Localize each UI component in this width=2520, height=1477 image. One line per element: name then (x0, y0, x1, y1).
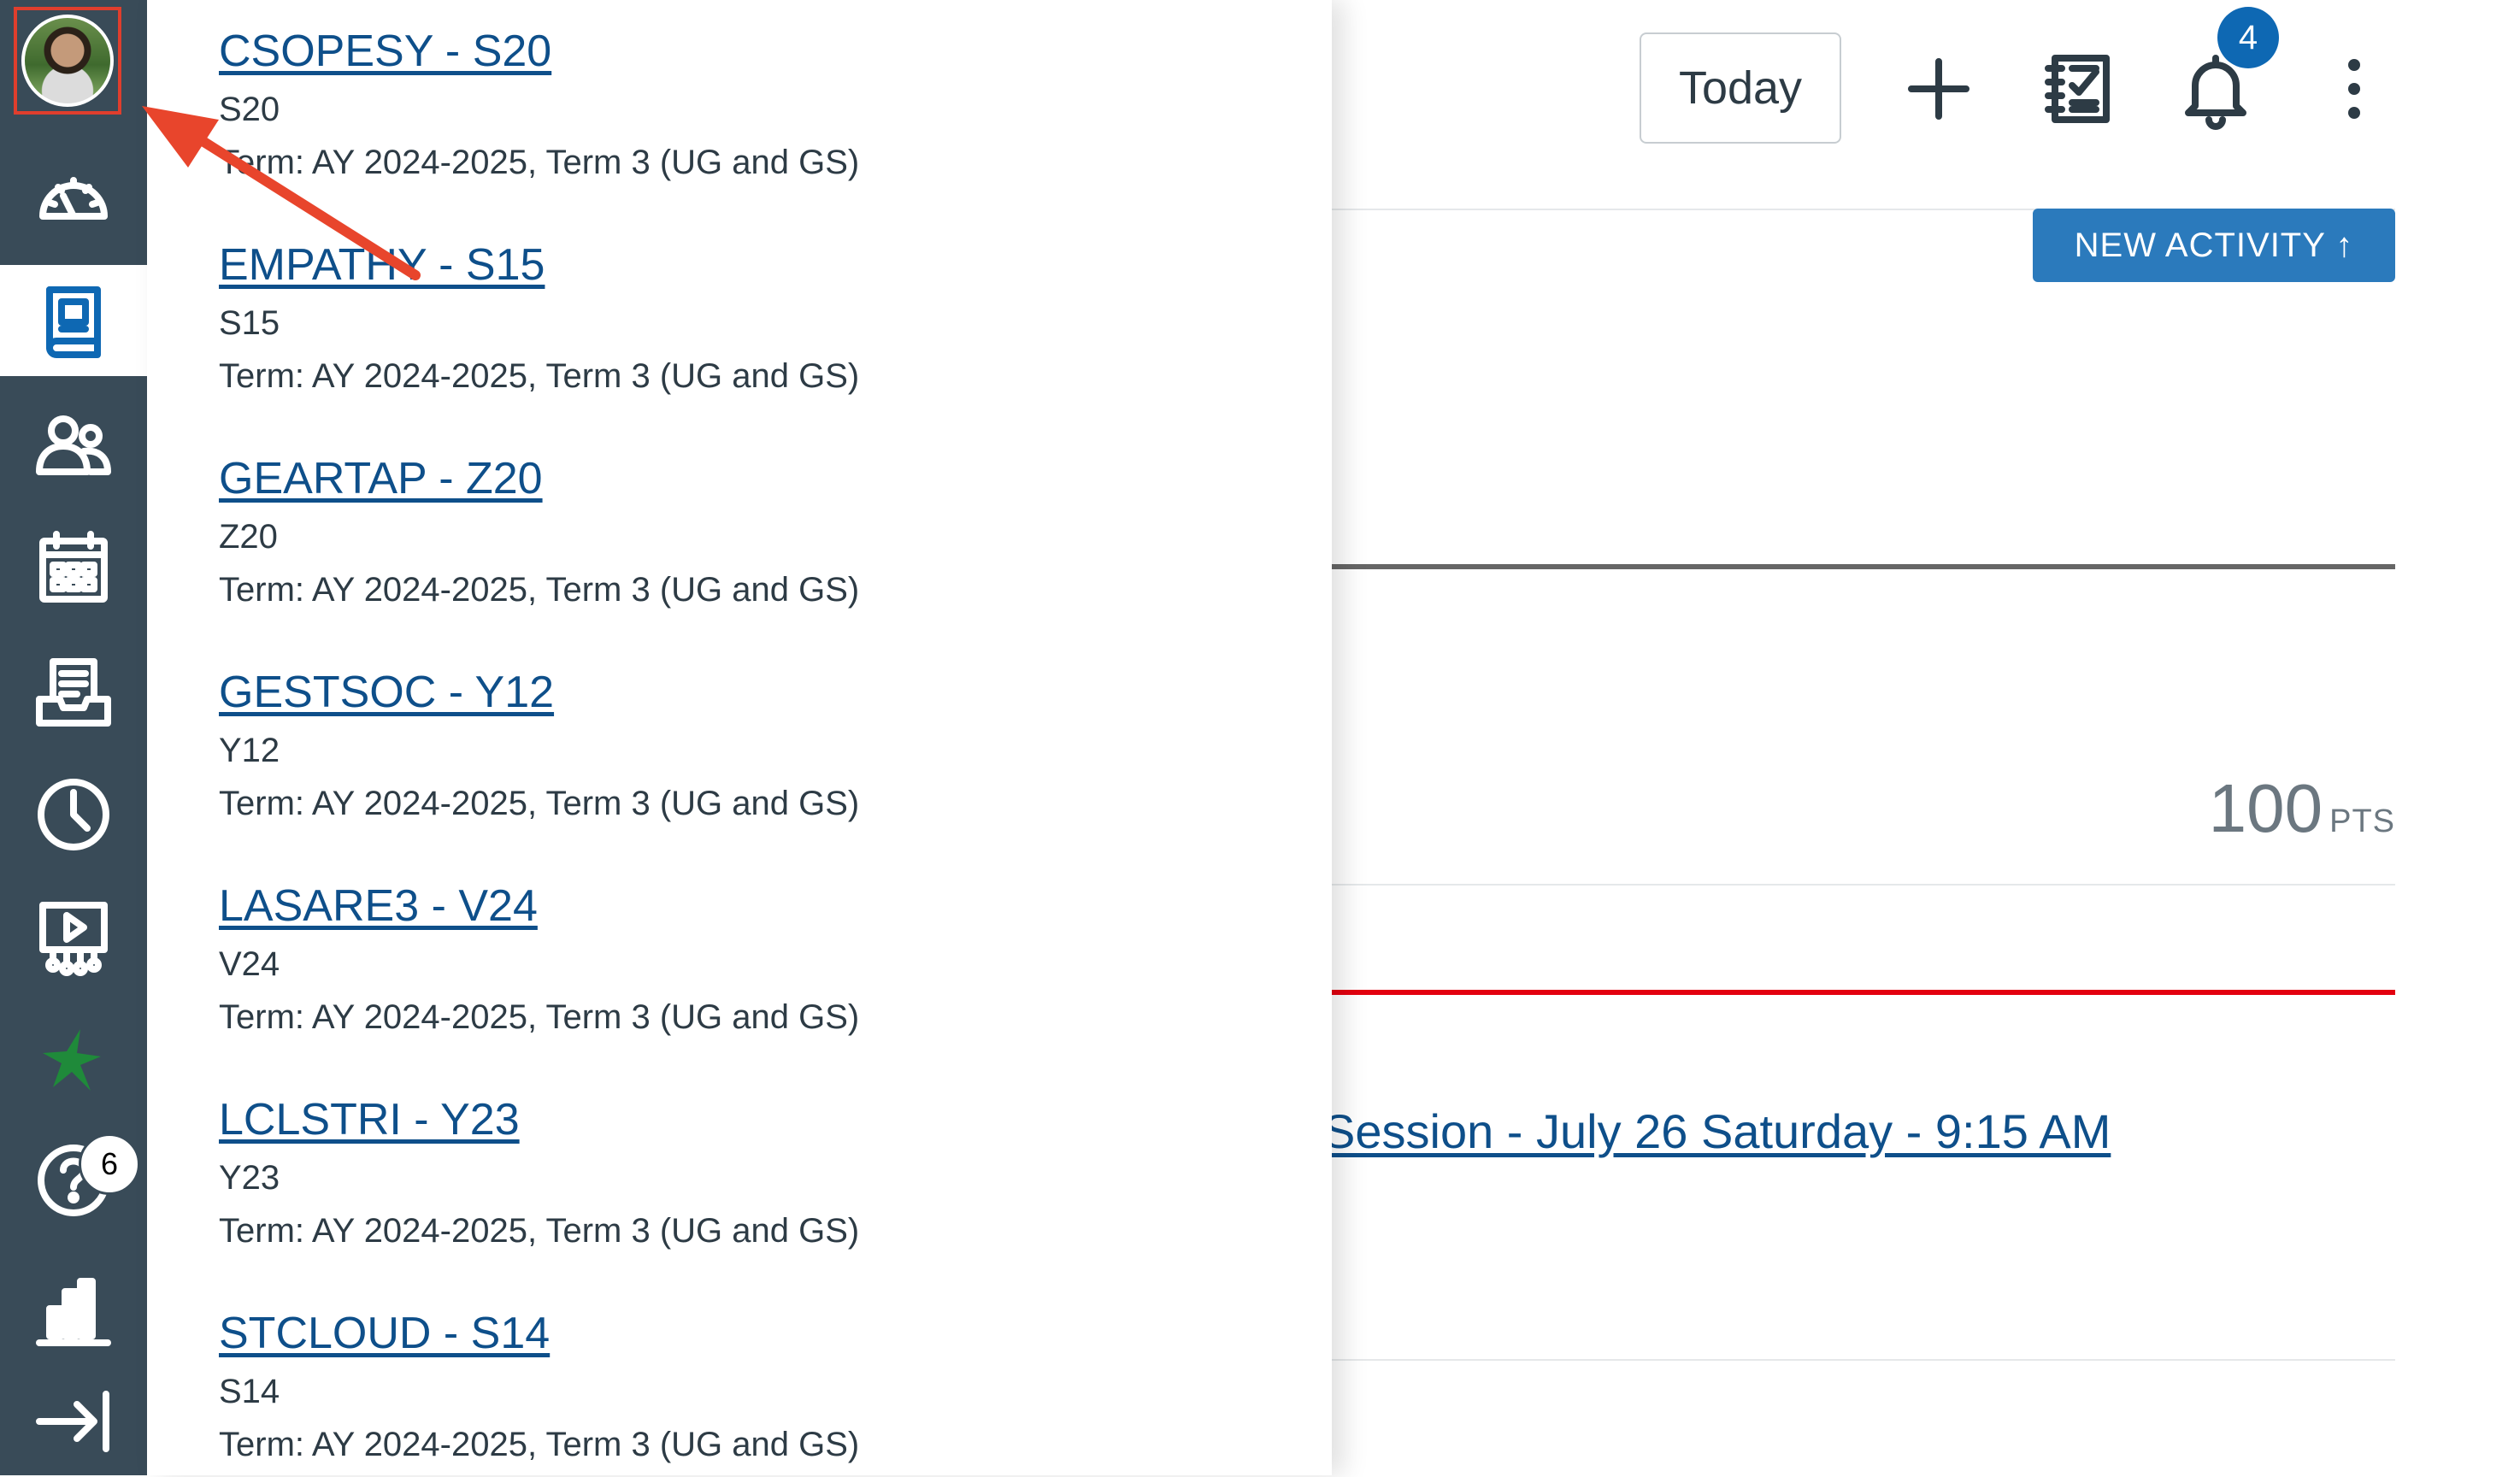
course-term: Term: AY 2024-2025, Term 3 (UG and GS) (219, 357, 860, 395)
points-display: 100 PTS (2209, 769, 2395, 848)
gradebook-checklist-icon (2045, 55, 2110, 123)
studio-button[interactable] (0, 880, 147, 992)
course-item: GESTSOC - Y12 Y12 Term: AY 2024-2025, Te… (219, 667, 1313, 824)
new-activity-button[interactable]: NEW ACTIVITY ↑ (2033, 209, 2395, 282)
groups-button[interactable] (0, 389, 147, 500)
course-link[interactable]: GEARTAP - Z20 (219, 453, 1313, 504)
dashboard-icon (39, 177, 108, 220)
library-button[interactable] (0, 1256, 147, 1368)
course-link[interactable]: STCLOUD - S14 (219, 1308, 1313, 1359)
course-item: LASARE3 - V24 V24 Term: AY 2024-2025, Te… (219, 880, 1313, 1038)
commons-star-icon (43, 1029, 101, 1091)
collapse-arrow-icon (36, 1391, 109, 1452)
kebab-menu-icon (2348, 59, 2360, 119)
inbox-icon (36, 658, 111, 727)
courses-book-icon (46, 286, 101, 358)
divider (1332, 1359, 2395, 1361)
course-term: Term: AY 2024-2025, Term 3 (UG and GS) (219, 1426, 860, 1463)
add-todo-button[interactable] (1898, 48, 1980, 130)
course-section: Y12 (219, 732, 280, 769)
studio-icon (39, 902, 108, 976)
day-divider (1332, 564, 2395, 569)
global-navigation: 6 (0, 0, 147, 1475)
library-icon (36, 1278, 111, 1346)
today-button[interactable]: Today (1640, 32, 1841, 144)
course-link[interactable]: LASARE3 - V24 (219, 880, 1313, 932)
points-unit: PTS (2329, 803, 2395, 839)
help-badge: 6 (79, 1133, 140, 1195)
history-button[interactable] (0, 759, 147, 870)
course-link[interactable]: LCLSTRI - Y23 (219, 1094, 1313, 1145)
plus-icon (1908, 58, 1969, 120)
course-section: S14 (219, 1373, 280, 1410)
course-item: CSOPESY - S20 S20 Term: AY 2024-2025, Te… (219, 26, 1313, 183)
course-link[interactable]: CSOPESY - S20 (219, 26, 1313, 77)
course-item: EMPATHY - S15 S15 Term: AY 2024-2025, Te… (219, 239, 1313, 397)
more-options-button[interactable] (2313, 48, 2395, 130)
account-button[interactable] (14, 7, 121, 115)
courses-button[interactable] (0, 265, 147, 376)
course-section: S15 (219, 304, 280, 342)
groups-icon (36, 415, 111, 475)
course-section: Z20 (219, 518, 278, 556)
course-item: GEARTAP - Z20 Z20 Term: AY 2024-2025, Te… (219, 453, 1313, 610)
calendar-icon (39, 531, 108, 603)
avatar (21, 15, 114, 107)
course-term: Term: AY 2024-2025, Term 3 (UG and GS) (219, 998, 860, 1036)
course-term: Term: AY 2024-2025, Term 3 (UG and GS) (219, 1212, 860, 1250)
course-link[interactable]: GESTSOC - Y12 (219, 667, 1313, 718)
collapse-nav-button[interactable] (0, 1366, 147, 1477)
grades-button[interactable] (2038, 48, 2120, 130)
planner-content: Today 4 NEW ACTIVITY ↑ 100 PTS Session - … (1323, 0, 2520, 1475)
dashboard-button[interactable] (0, 144, 147, 255)
inbox-button[interactable] (0, 637, 147, 748)
course-item: STCLOUD - S14 S14 Term: AY 2024-2025, Te… (219, 1308, 1313, 1465)
clock-icon (38, 779, 109, 850)
courses-tray: CSOPESY - S20 S20 Term: AY 2024-2025, Te… (147, 0, 1332, 1475)
commons-button[interactable] (0, 1004, 147, 1115)
course-link[interactable]: EMPATHY - S15 (219, 239, 1313, 291)
session-link[interactable]: Session - July 26 Saturday - 9:15 AM (1323, 1104, 2111, 1159)
course-term: Term: AY 2024-2025, Term 3 (UG and GS) (219, 785, 860, 822)
course-term: Term: AY 2024-2025, Term 3 (UG and GS) (219, 144, 860, 181)
course-section: S20 (219, 91, 280, 128)
course-item: LCLSTRI - Y23 Y23 Term: AY 2024-2025, Te… (219, 1094, 1313, 1251)
today-marker-line (1332, 990, 2395, 995)
course-section: Y23 (219, 1159, 280, 1197)
notification-badge: 4 (2217, 7, 2279, 68)
course-section: V24 (219, 945, 280, 983)
divider (1332, 884, 2395, 886)
calendar-button[interactable] (0, 513, 147, 624)
course-term: Term: AY 2024-2025, Term 3 (UG and GS) (219, 571, 860, 609)
points-value: 100 (2208, 770, 2323, 846)
